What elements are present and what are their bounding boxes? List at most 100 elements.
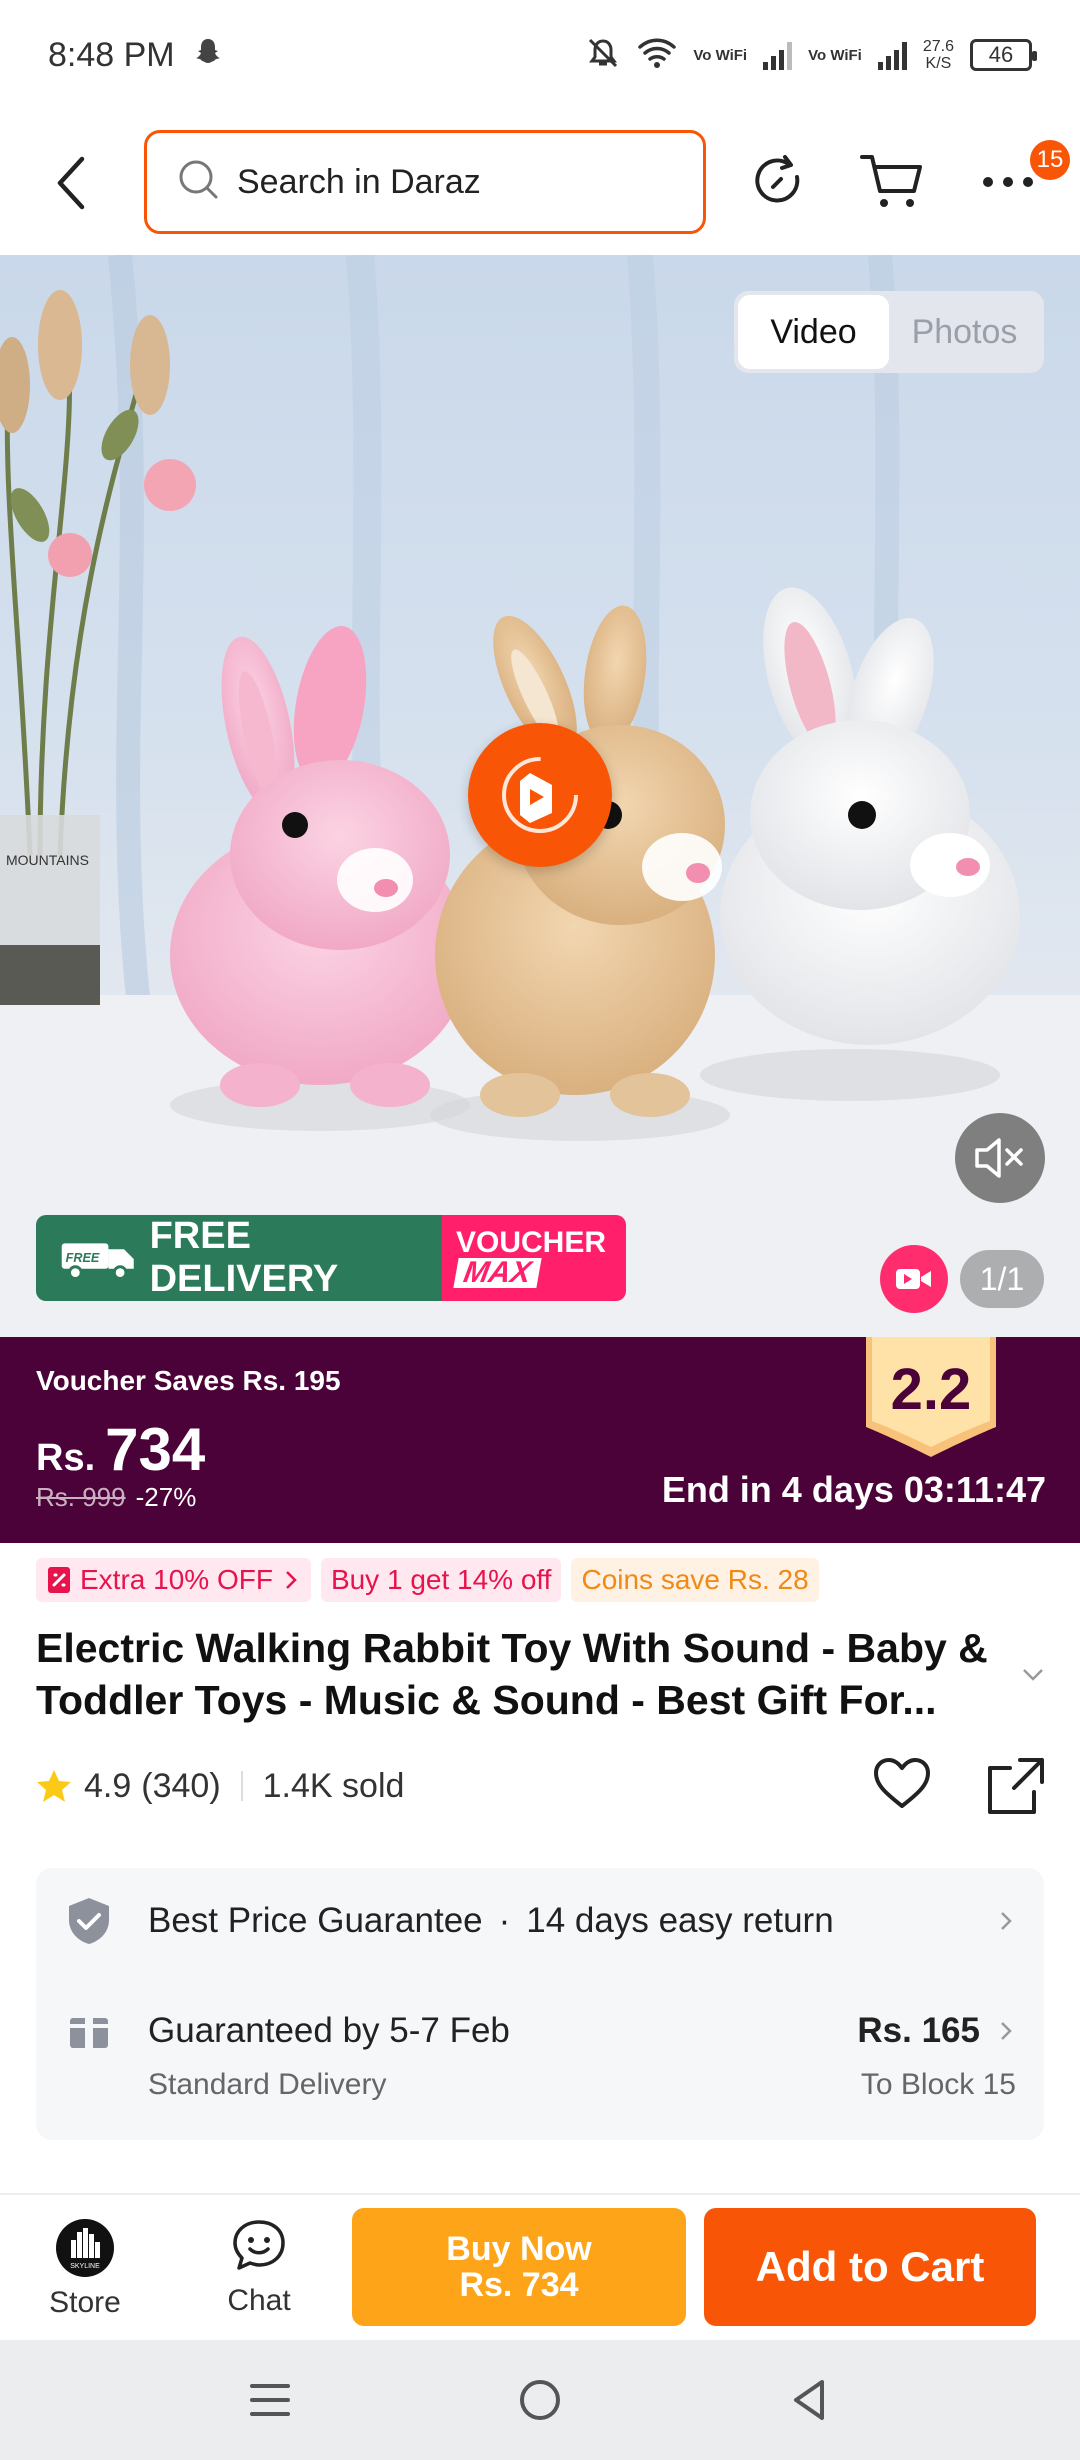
cart-button[interactable] <box>860 150 924 214</box>
review-count[interactable]: (340) <box>141 1767 220 1806</box>
buy-now-label: Buy Now <box>446 2230 592 2268</box>
delivery-truck-icon: FREE <box>61 1243 134 1280</box>
extra-off-label: Extra 10% OFF <box>80 1564 273 1595</box>
media-counter: 1/1 <box>960 1250 1044 1308</box>
voucher-label: VOUCHER <box>456 1226 607 1259</box>
tab-photos[interactable]: Photos <box>889 295 1040 369</box>
video-indicator <box>880 1245 948 1313</box>
vowifi-label-1: Vo WiFi <box>693 46 748 64</box>
system-nav-bar <box>0 2340 1080 2460</box>
mute-button[interactable] <box>955 1113 1045 1203</box>
service-info-card: Best Price Guarantee · 14 days easy retu… <box>36 1868 1044 2140</box>
coins-save-label: Coins save Rs. 28 <box>581 1564 809 1595</box>
free-delivery-label: FREE DELIVERY <box>149 1215 339 1300</box>
free-delivery-badge: FREE FREE DELIVERY <box>36 1215 442 1301</box>
video-camera-icon <box>896 1269 931 1289</box>
media-type-toggle: Video Photos <box>734 291 1044 373</box>
home-button[interactable] <box>510 2370 570 2430</box>
vowifi-label-2: Vo WiFi <box>808 46 862 64</box>
tab-video[interactable]: Video <box>738 295 889 369</box>
share-refresh-button[interactable] <box>746 150 810 214</box>
dot-separator: · <box>498 1901 511 1940</box>
product-title[interactable]: Electric Walking Rabbit Toy With Sound -… <box>36 1622 1004 1726</box>
signal-icon-1 <box>763 40 793 70</box>
shield-check-icon <box>69 1898 109 1944</box>
package-icon <box>70 2012 108 2048</box>
chat-button[interactable]: Chat <box>194 2218 324 2318</box>
current-price: Rs. 734 <box>36 1415 205 1484</box>
sale-countdown: End in 4 days 03:11:47 <box>661 1469 1046 1510</box>
home-circle-icon <box>520 2380 560 2420</box>
share-icon[interactable] <box>986 1756 1046 1816</box>
coins-save-tag[interactable]: Coins save Rs. 28 <box>571 1558 819 1602</box>
notification-badge: 15 <box>1030 140 1070 180</box>
guarantee-row[interactable]: Best Price Guarantee · 14 days easy retu… <box>66 1896 1016 1946</box>
buy-now-price: Rs. 734 <box>459 2266 579 2304</box>
chat-icon <box>233 2220 285 2270</box>
extra-off-tag[interactable]: Extra 10% OFF <box>36 1558 311 1602</box>
product-media[interactable]: MOUNTAINS Video Photos FREE FREE DELIVER… <box>0 255 1080 1337</box>
promo-tags: Extra 10% OFF Buy 1 get 14% off Coins sa… <box>36 1558 819 1602</box>
cart-icon <box>860 155 922 207</box>
price-amount: 734 <box>105 1416 206 1483</box>
back-triangle-icon <box>794 2380 824 2420</box>
chevron-right-icon <box>1001 1912 1012 1930</box>
original-price: Rs. 999 -27% <box>36 1482 196 1513</box>
chevron-left-icon <box>57 156 85 209</box>
original-price-value: Rs. 999 <box>36 1482 126 1512</box>
bundle-deal-tag[interactable]: Buy 1 get 14% off <box>320 1558 562 1602</box>
play-video-button[interactable] <box>468 723 612 867</box>
store-button[interactable]: SKYLINE Store <box>20 2218 150 2320</box>
back-nav-button[interactable] <box>780 2370 840 2430</box>
voucher-saves-text: Voucher Saves Rs. 195 <box>36 1365 341 1396</box>
price-currency: Rs. <box>36 1437 96 1479</box>
more-dots-icon <box>983 177 1033 187</box>
wishlist-heart-icon[interactable] <box>872 1756 932 1812</box>
battery-icon: 46 <box>970 39 1037 71</box>
search-placeholder: Search in Daraz <box>237 162 481 201</box>
divider <box>0 2193 1080 2195</box>
return-policy-text: 14 days easy return <box>526 1901 834 1940</box>
store-logo-icon: SKYLINE <box>56 2219 114 2277</box>
star-icon <box>37 1770 71 1802</box>
chevron-right-icon <box>1001 2022 1012 2040</box>
best-price-text: Best Price Guarantee <box>148 1901 483 1940</box>
bottom-action-bar: SKYLINE Store Chat Buy Now Rs. 734 Add t… <box>0 2196 1080 2340</box>
buy-now-button[interactable]: Buy Now Rs. 734 <box>352 2208 686 2326</box>
sale-event-badge: 2.2 <box>866 1337 996 1457</box>
recents-button[interactable] <box>240 2370 300 2430</box>
top-header: Search in Daraz 15 <box>0 110 1080 255</box>
store-label: Store <box>49 2286 121 2319</box>
status-time: 8:48 PM <box>48 35 175 74</box>
free-tag: FREE <box>66 1251 100 1265</box>
wifi-icon <box>637 37 677 74</box>
rating-value: 4.9 <box>84 1766 132 1805</box>
search-input[interactable]: Search in Daraz <box>144 130 706 234</box>
sold-count: 1.4K sold <box>262 1766 405 1805</box>
store-logo-text: SKYLINE <box>70 2263 100 2270</box>
bundle-deal-label: Buy 1 get 14% off <box>330 1564 552 1595</box>
vase-label: MOUNTAINS <box>6 852 89 868</box>
rating-row: 4.9 (340) 1.4K sold <box>36 1756 1046 1816</box>
voucher-max-badge: VOUCHER MAX <box>442 1215 626 1301</box>
sale-badge-text: 2.2 <box>891 1357 972 1422</box>
chat-label: Chat <box>227 2284 291 2317</box>
signal-icon-2 <box>877 40 907 70</box>
search-icon <box>177 158 221 207</box>
delivery-row[interactable]: Guaranteed by 5-7 Feb Rs. 165 Standard D… <box>66 2008 1016 2102</box>
delivery-location: To Block 15 <box>860 2068 1016 2101</box>
promo-banner[interactable]: FREE FREE DELIVERY VOUCHER MAX <box>36 1215 626 1301</box>
back-button[interactable] <box>42 153 102 213</box>
mute-status-icon <box>585 35 621 76</box>
refresh-icon <box>755 155 800 203</box>
delivery-type: Standard Delivery <box>148 2068 387 2101</box>
network-speed: 27.6 K/S <box>922 38 954 72</box>
daraz-play-icon <box>502 757 578 833</box>
voucher-tag-icon <box>48 1567 70 1593</box>
status-bar: 8:48 PM Vo WiFi Vo WiFi 27.6 K/S 46 <box>0 0 1080 110</box>
chevron-right-icon <box>286 1571 297 1589</box>
add-to-cart-button[interactable]: Add to Cart <box>704 2208 1036 2326</box>
delivery-title: Guaranteed by 5-7 Feb <box>148 2011 510 2050</box>
chevron-down-icon[interactable] <box>1018 1660 1048 1690</box>
menu-lines-icon <box>250 2384 290 2416</box>
